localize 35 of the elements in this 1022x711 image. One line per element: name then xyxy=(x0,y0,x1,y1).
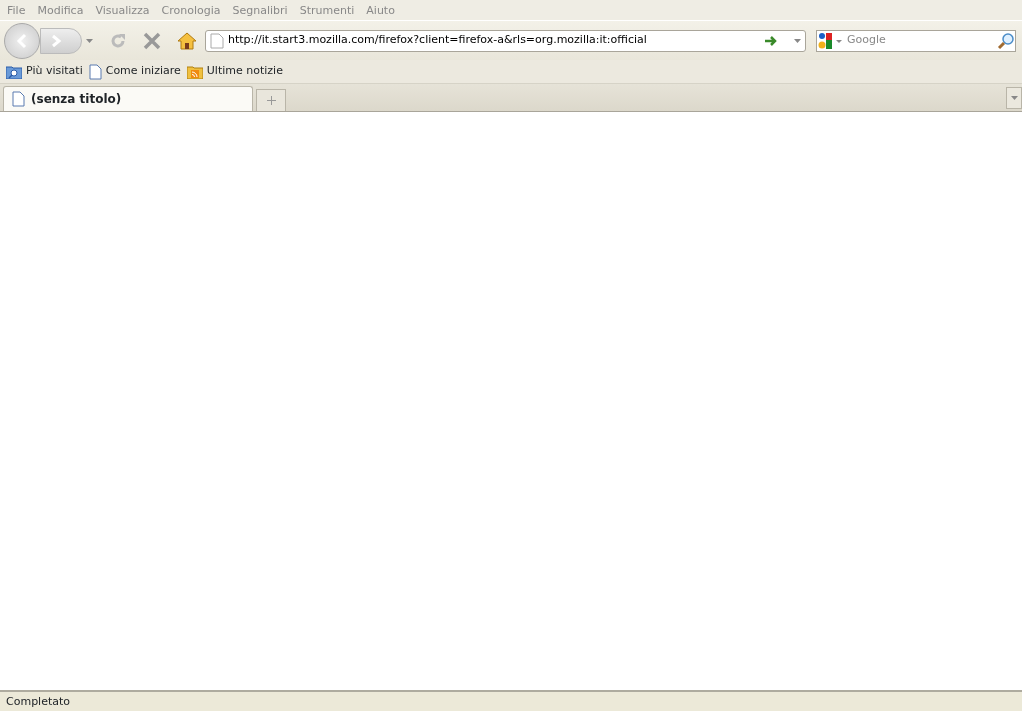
bookmark-item[interactable]: Più visitati xyxy=(3,63,86,80)
dropdown-caret-icon[interactable] xyxy=(794,38,801,43)
search-engine-icon[interactable] xyxy=(817,31,843,50)
go-arrow-icon[interactable] xyxy=(764,34,778,47)
search-icon[interactable] xyxy=(997,31,1015,50)
menu-item[interactable]: Aiuto xyxy=(363,0,400,20)
menu-item[interactable]: Visualizza xyxy=(92,0,155,20)
page-icon xyxy=(12,91,25,107)
stop-icon[interactable] xyxy=(143,31,161,50)
menu-item[interactable]: Strumenti xyxy=(296,0,360,20)
status-text: Completato xyxy=(6,695,71,708)
page-icon xyxy=(210,32,224,49)
browser-tab[interactable]: (senza titolo) xyxy=(3,86,253,111)
folder-search-icon xyxy=(6,64,22,79)
plus-icon xyxy=(266,96,276,105)
new-tab-button[interactable] xyxy=(256,89,286,111)
bookmark-item[interactable]: Come iniziare xyxy=(85,63,184,80)
search-input[interactable]: Google xyxy=(843,32,997,49)
page-icon xyxy=(88,63,102,80)
dropdown-caret-icon[interactable] xyxy=(86,38,93,43)
back-button[interactable] xyxy=(4,22,40,59)
search-field[interactable]: Google xyxy=(816,29,1016,52)
menu-item[interactable]: Cronologia xyxy=(158,0,226,20)
caret-icon xyxy=(1010,95,1018,100)
menu-item[interactable]: Modifica xyxy=(34,0,89,20)
home-icon[interactable] xyxy=(177,31,197,50)
rss-folder-icon xyxy=(186,64,203,79)
reload-icon[interactable] xyxy=(109,31,127,50)
tab-list-button[interactable] xyxy=(1006,86,1022,109)
menu-item[interactable]: Segnalibri xyxy=(229,0,293,20)
url-text[interactable]: http://it.start3.mozilla.com/firefox?client=firefox-a&rls=org.mozilla:it:official xyxy=(224,32,764,49)
forward-button[interactable] xyxy=(40,27,82,54)
bookmark-item[interactable]: Ultime notizie xyxy=(183,63,286,80)
address-field[interactable]: http://it.start3.mozilla.com/firefox?client=firefox-a&rls=org.mozilla:it:official xyxy=(205,29,806,52)
menu-item[interactable]: File xyxy=(4,0,31,20)
